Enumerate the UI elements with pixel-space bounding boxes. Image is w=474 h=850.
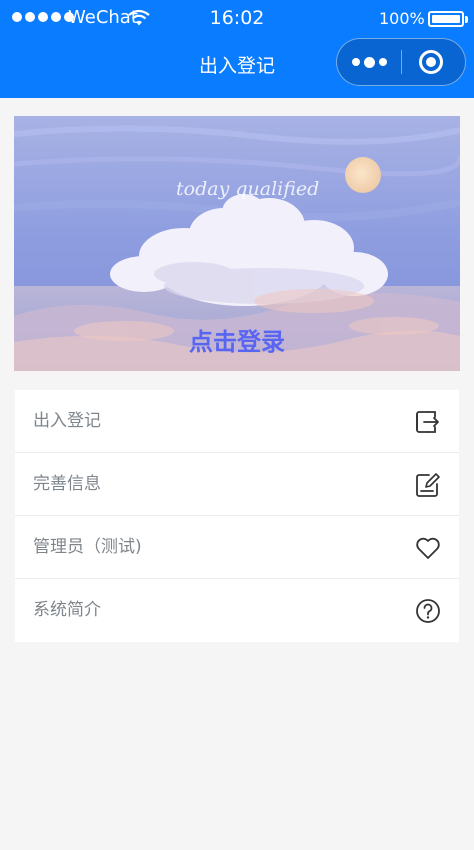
menu-item-complete-info[interactable]: 完善信息	[15, 453, 459, 516]
capsule-divider	[401, 50, 402, 74]
menu-item-label: 管理员（测试)	[33, 537, 142, 557]
help-icon	[416, 599, 440, 623]
battery-percent: 100%	[379, 9, 425, 28]
menu-item-label: 出入登记	[33, 411, 101, 431]
nav-bar: WeChat 16:02 100% 出入登记	[0, 0, 474, 98]
heart-icon	[416, 537, 440, 559]
menu-item-label: 系统简介	[33, 600, 101, 620]
battery-tip	[465, 16, 468, 23]
menu-list: 出入登记 完善信息 管理员（测试) 系统简介	[15, 390, 459, 642]
banner-caption: today qualified	[176, 178, 320, 200]
status-bar: WeChat 16:02 100%	[0, 0, 474, 36]
close-mini-program-icon[interactable]	[419, 50, 443, 74]
edit-icon	[416, 473, 440, 497]
menu-item-about[interactable]: 系统简介	[15, 579, 459, 642]
menu-item-check-in[interactable]: 出入登记	[15, 390, 459, 453]
exit-icon	[416, 411, 439, 433]
menu-item-label: 完善信息	[33, 474, 101, 494]
more-icon[interactable]	[337, 39, 401, 85]
banner: today qualified 点击登录	[14, 116, 460, 371]
login-button[interactable]: 点击登录	[14, 322, 460, 357]
menu-item-admin[interactable]: 管理员（测试)	[15, 516, 459, 579]
battery-icon	[428, 11, 464, 27]
mini-program-capsule	[336, 38, 466, 86]
